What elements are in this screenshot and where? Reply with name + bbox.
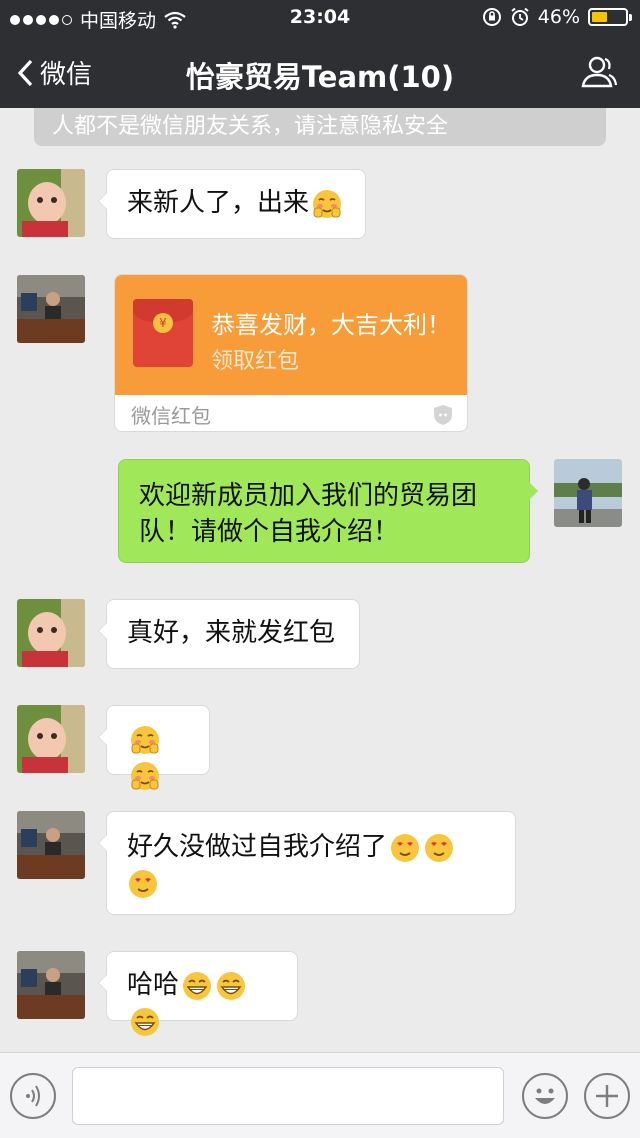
- message-input[interactable]: [72, 1067, 504, 1125]
- avatar[interactable]: [17, 951, 85, 1019]
- contacts-icon[interactable]: [578, 52, 618, 92]
- top-bar: 中国移动 23:04 46% 微信 怡豪贸易Team(10): [0, 0, 640, 108]
- avatar[interactable]: [17, 169, 85, 237]
- plus-icon: [596, 1085, 618, 1107]
- emoji-button[interactable]: [522, 1073, 568, 1119]
- emoji-love-eyes-icon: [391, 833, 420, 862]
- red-packet-action: 领取红包: [211, 349, 300, 374]
- battery-percent: 46%: [537, 6, 580, 28]
- red-packet-footer: 微信红包: [131, 404, 211, 428]
- emoji-blush-icon: [131, 761, 159, 790]
- shield-icon: [434, 405, 452, 425]
- avatar[interactable]: [17, 599, 85, 667]
- battery-icon: [588, 8, 632, 26]
- avatar[interactable]: [17, 705, 85, 773]
- voice-icon: [26, 1085, 40, 1107]
- my-avatar[interactable]: [554, 459, 622, 527]
- emoji-icon: [535, 1088, 555, 1104]
- emoji-love-eyes-icon: [425, 833, 454, 862]
- status-bar: 中国移动 23:04 46%: [0, 0, 640, 36]
- message-text-line-1: 欢迎新成员加入我们的贸易团: [139, 481, 478, 511]
- alarm-icon: [511, 7, 529, 26]
- privacy-notice: 人都不是微信朋友关系，请注意隐私安全: [34, 108, 606, 146]
- red-packet-message[interactable]: ¥ 恭喜发财，大吉大利！ 领取红包 微信红包: [114, 274, 468, 432]
- message-text: 哈哈: [127, 970, 180, 1000]
- input-bar: [0, 1052, 640, 1138]
- message-bubble[interactable]: 好久没做过自我介绍了: [98, 811, 516, 915]
- emoji-blush-icon: [313, 189, 342, 218]
- emoji-grin-icon: [217, 971, 246, 1000]
- plus-button[interactable]: [584, 1073, 630, 1119]
- avatar[interactable]: [17, 811, 85, 879]
- message-text: 好久没做过自我介绍了: [127, 832, 388, 862]
- message-bubble[interactable]: 真好，来就发红包: [98, 599, 360, 669]
- message-text-line-2: 队！请做个自我介绍！: [139, 517, 400, 547]
- message-text: 来新人了，出来: [127, 188, 310, 218]
- emoji-love-eyes-icon: [129, 869, 157, 898]
- chat-title: 怡豪贸易Team(10): [185, 60, 455, 94]
- message-bubble[interactable]: [98, 705, 210, 790]
- nav-bar: 微信 怡豪贸易Team(10): [0, 36, 640, 108]
- my-message-bubble[interactable]: 欢迎新成员加入我们的贸易团 队！请做个自我介绍！: [118, 459, 538, 563]
- message-text: 真好，来就发红包: [127, 618, 336, 648]
- message-bubble[interactable]: 哈哈: [98, 951, 298, 1036]
- red-packet-greeting: 恭喜发财，大吉大利！: [211, 311, 451, 339]
- emoji-grin-icon: [131, 1007, 159, 1036]
- lock-rotation-icon: [482, 8, 501, 26]
- voice-button[interactable]: [10, 1073, 56, 1119]
- red-envelope-icon: ¥: [133, 299, 193, 367]
- message-bubble[interactable]: 来新人了，出来: [98, 169, 366, 239]
- emoji-blush-icon: [131, 725, 159, 754]
- emoji-grin-icon: [183, 971, 212, 1000]
- avatar[interactable]: [17, 275, 85, 343]
